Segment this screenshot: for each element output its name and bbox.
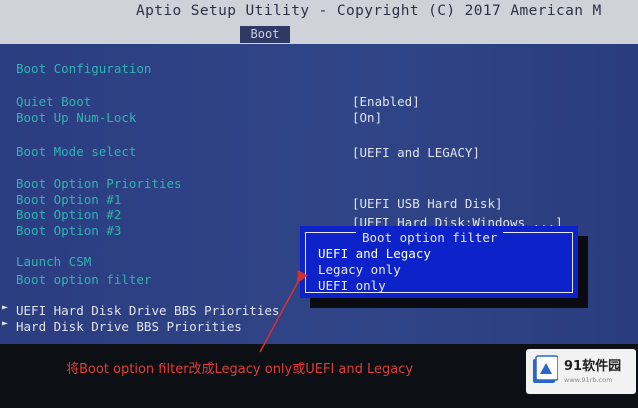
numlock-value[interactable]: [On] [352,111,382,125]
popup-option-uefi-only[interactable]: UEFI only [318,279,386,293]
bios-header-bar: Aptio Setup Utility - Copyright (C) 2017… [0,0,638,44]
boot-option-filter-popup[interactable]: Boot option filter UEFI and Legacy Legac… [300,226,578,298]
popup-option-legacy-only[interactable]: Legacy only [318,263,401,277]
uefi-hdd-bbs-priorities[interactable]: UEFI Hard Disk Drive BBS Priorities [16,304,279,318]
hdd-bbs-priorities[interactable]: Hard Disk Drive BBS Priorities [16,320,242,334]
bios-screen: Aptio Setup Utility - Copyright (C) 2017… [0,0,638,408]
numlock-label: Boot Up Num-Lock [16,110,137,125]
watermark-brand: 91软件园 [564,359,622,374]
submenu-arrow-icon: ► [2,302,9,313]
boot-mode-value[interactable]: [UEFI and LEGACY] [352,146,480,160]
site-watermark: 91软件园 www.91rb.com [526,349,636,394]
tab-boot[interactable]: Boot [240,26,290,43]
quiet-boot-label: Quiet Boot [16,94,92,109]
watermark-url: www.91rb.com [564,376,613,384]
boot-mode-label: Boot Mode select [16,144,137,159]
boot-option-1-value[interactable]: [UEFI USB Hard Disk] [352,197,503,211]
launch-csm-label: Launch CSM [16,254,92,269]
popup-option-uefi-and-legacy[interactable]: UEFI and Legacy [318,247,431,261]
boot-configuration-heading: Boot Configuration [16,61,152,76]
boot-priorities-heading: Boot Option Priorities [16,176,182,191]
instruction-caption: 将Boot option filter改成Legacy only或UEFI an… [66,362,414,377]
quiet-boot-value[interactable]: [Enabled] [352,95,420,109]
boot-option-2-label: Boot Option #2 [16,207,122,222]
boot-option-1-label: Boot Option #1 [16,192,122,207]
submenu-arrow-icon: ► [2,318,9,329]
bios-title: Aptio Setup Utility - Copyright (C) 2017… [136,3,602,19]
boot-option-3-label: Boot Option #3 [16,223,122,238]
boot-option-filter-label[interactable]: Boot option filter [16,273,151,287]
site-logo-icon [533,355,558,383]
popup-title: Boot option filter [356,231,504,245]
